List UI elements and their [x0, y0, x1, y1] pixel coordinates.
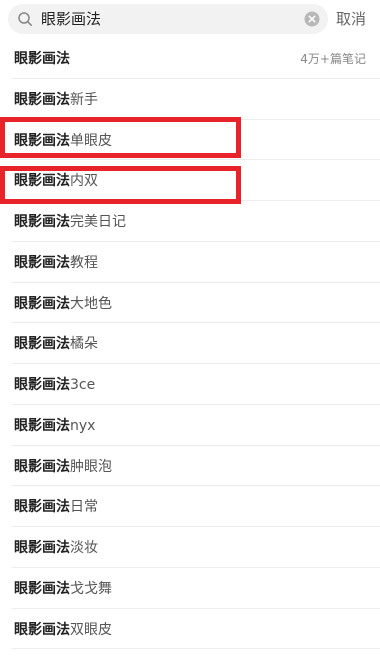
suggestion-item[interactable]: 眼影画法nyx [12, 405, 380, 446]
suggestion-text: 眼影画法橘朵 [14, 323, 98, 363]
suggestion-text: 眼影画法3ce [14, 364, 95, 404]
suggestion-text: 眼影画法戈戈舞 [14, 568, 112, 608]
suggestion-item[interactable]: 眼影画法橘朵 [12, 323, 380, 364]
suggestion-text: 眼影画法双眼皮 [14, 609, 112, 649]
suggestion-item[interactable]: 眼影画法双眼皮 [12, 609, 380, 650]
suggestion-suffix: 教程 [70, 254, 98, 271]
suggestion-keyword: 眼影画法 [14, 540, 70, 556]
suggestion-keyword: 眼影画法 [14, 254, 70, 271]
search-box[interactable]: 眼影画法 [8, 4, 328, 34]
suggestion-item[interactable]: 眼影画法3ce [12, 364, 380, 405]
suggestion-text: 眼影画法内双 [14, 160, 98, 200]
suggestion-suffix: 3ce [70, 377, 96, 393]
suggestion-keyword: 眼影画法 [14, 295, 70, 312]
suggestion-keyword: 眼影画法 [14, 458, 70, 475]
search-icon [18, 12, 32, 26]
suggestion-keyword: 眼影画法 [14, 132, 70, 149]
suggestion-suffix: 内双 [70, 173, 98, 190]
suggestion-list: 眼影画法 4万+篇笔记 眼影画法新手 眼影画法单眼皮 眼影画法内双 眼影画法完美… [0, 38, 380, 650]
cancel-button[interactable]: 取消 [336, 4, 366, 34]
suggestion-keyword: 眼影画法 [14, 173, 70, 190]
suggestion-suffix: 大地色 [70, 295, 112, 312]
suggestion-keyword: 眼影画法 [14, 499, 70, 516]
suggestion-text: 眼影画法大地色 [14, 283, 112, 323]
suggestion-keyword: 眼影画法 [14, 214, 70, 230]
suggestion-item[interactable]: 眼影画法新手 [12, 79, 380, 120]
suggestion-item[interactable]: 眼影画法单眼皮 [12, 120, 380, 161]
suggestion-keyword: 眼影画法 [14, 377, 70, 393]
suggestion-text: 眼影画法教程 [14, 242, 98, 282]
suggestion-text: 眼影画法日常 [14, 486, 98, 526]
suggestion-item[interactable]: 眼影画法教程 [12, 242, 380, 283]
suggestion-suffix: 新手 [70, 91, 98, 108]
suggestion-item[interactable]: 眼影画法日常 [12, 486, 380, 527]
suggestion-item[interactable]: 眼影画法戈戈舞 [12, 568, 380, 609]
suggestion-suffix: 肿眼泡 [70, 458, 112, 475]
suggestion-item[interactable]: 眼影画法淡妆 [12, 527, 380, 568]
suggestion-keyword: 眼影画法 [14, 417, 70, 434]
note-count: 4万+篇笔记 [300, 52, 366, 66]
suggestion-text: 眼影画法 [14, 38, 70, 78]
suggestion-suffix: 单眼皮 [70, 132, 112, 149]
suggestion-suffix: 淡妆 [70, 540, 98, 556]
suggestion-item[interactable]: 眼影画法内双 [12, 160, 380, 201]
suggestion-text: 眼影画法淡妆 [14, 527, 98, 567]
suggestion-keyword: 眼影画法 [14, 621, 70, 638]
search-input[interactable]: 眼影画法 [41, 4, 101, 34]
suggestion-suffix: 双眼皮 [70, 621, 112, 638]
suggestion-item[interactable]: 眼影画法完美日记 [12, 201, 380, 242]
suggestion-suffix: 橘朵 [70, 336, 98, 353]
suggestion-text: 眼影画法nyx [14, 405, 95, 445]
clear-icon[interactable] [304, 11, 320, 27]
suggestion-keyword: 眼影画法 [14, 91, 70, 108]
suggestion-keyword: 眼影画法 [14, 580, 70, 597]
search-bar: 眼影画法 取消 [0, 0, 380, 38]
suggestion-item[interactable]: 眼影画法 4万+篇笔记 [12, 38, 380, 79]
suggestion-text: 眼影画法肿眼泡 [14, 446, 112, 486]
suggestion-item[interactable]: 眼影画法大地色 [12, 283, 380, 324]
suggestion-text: 眼影画法新手 [14, 79, 98, 119]
suggestion-item[interactable]: 眼影画法肿眼泡 [12, 446, 380, 487]
suggestion-suffix: nyx [70, 417, 96, 434]
suggestion-suffix: 戈戈舞 [70, 580, 112, 597]
suggestion-text: 眼影画法单眼皮 [14, 120, 112, 160]
suggestion-text: 眼影画法完美日记 [14, 201, 126, 241]
suggestion-keyword: 眼影画法 [14, 51, 70, 67]
suggestion-keyword: 眼影画法 [14, 336, 70, 353]
suggestion-suffix: 日常 [70, 499, 98, 516]
suggestion-suffix: 完美日记 [70, 214, 126, 230]
